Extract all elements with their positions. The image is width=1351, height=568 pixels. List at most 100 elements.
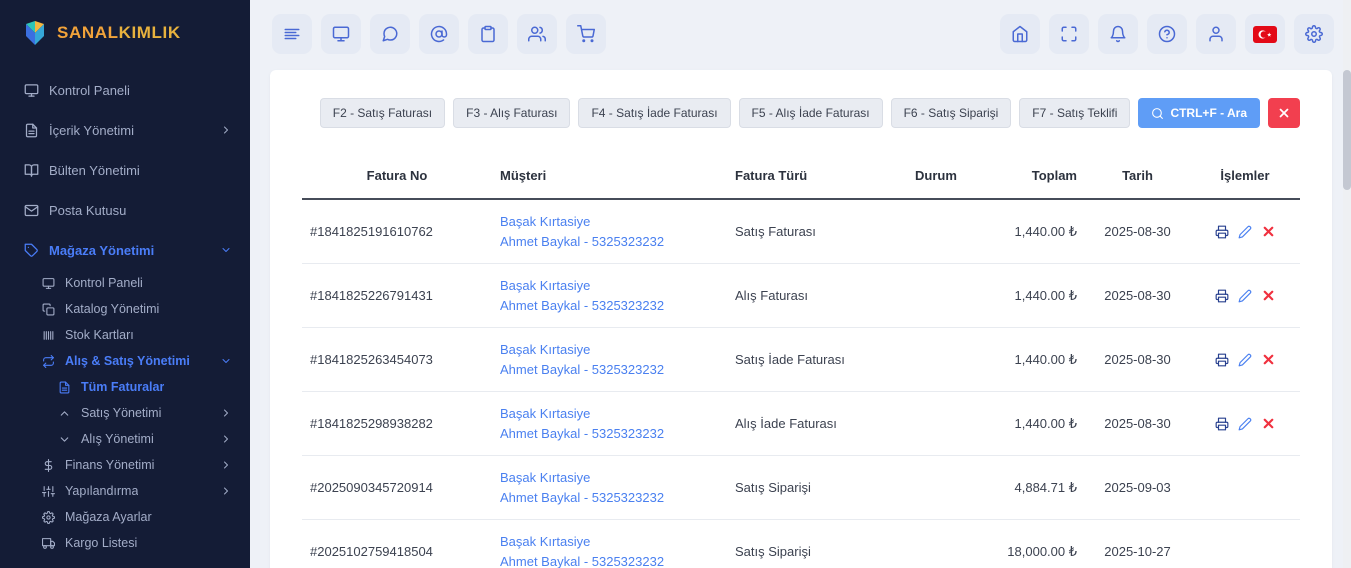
customer-name-link[interactable]: Başak Kırtasiye bbox=[500, 468, 719, 488]
sidebar-item-katalog-yonetimi[interactable]: Katalog Yönetimi bbox=[0, 296, 250, 322]
home-button[interactable] bbox=[1000, 14, 1040, 54]
print-button[interactable] bbox=[1215, 225, 1229, 239]
truck-icon bbox=[42, 537, 55, 550]
customer-name-link[interactable]: Başak Kırtasiye bbox=[500, 276, 719, 296]
print-button[interactable] bbox=[1215, 417, 1229, 431]
edit-button[interactable] bbox=[1238, 417, 1252, 431]
maximize-button[interactable] bbox=[1049, 14, 1089, 54]
chevron-down-icon bbox=[220, 244, 232, 256]
language-flag-button[interactable] bbox=[1245, 14, 1285, 54]
filter-button-f7[interactable]: F7 - Satış Teklifi bbox=[1019, 98, 1130, 128]
topbar-left-icons bbox=[272, 14, 606, 54]
scrollbar-thumb[interactable] bbox=[1343, 70, 1351, 190]
sidebar-item-yapilandirma[interactable]: Yapılandırma bbox=[0, 478, 250, 504]
print-button[interactable] bbox=[1215, 289, 1229, 303]
sidebar-item-satis-yonetimi[interactable]: Satış Yönetimi bbox=[0, 400, 250, 426]
customer-contact-link[interactable]: Ahmet Baykal - 5325323232 bbox=[500, 296, 719, 316]
chevron-right-icon bbox=[220, 407, 232, 419]
monitor-button[interactable] bbox=[321, 14, 361, 54]
column-header-fatura-no: Fatura No bbox=[302, 156, 492, 199]
customer-name-link[interactable]: Başak Kırtasiye bbox=[500, 404, 719, 424]
settings-button[interactable] bbox=[1294, 14, 1334, 54]
sidebar-item-magaza-ayarlar[interactable]: Mağaza Ayarlar bbox=[0, 504, 250, 530]
sidebar-item-alis-satis-yonetimi[interactable]: Alış & Satış Yönetimi bbox=[0, 348, 250, 374]
filter-button-f2[interactable]: F2 - Satış Faturası bbox=[320, 98, 445, 128]
customer-contact-link[interactable]: Ahmet Baykal - 5325323232 bbox=[500, 424, 719, 444]
sidebar-item-stok-kartlari[interactable]: Stok Kartları bbox=[0, 322, 250, 348]
printer-icon bbox=[1215, 225, 1229, 239]
invoice-row[interactable]: #1841825263454073Başak KırtasiyeAhmet Ba… bbox=[302, 328, 1300, 392]
sidebar-item-posta-kutusu[interactable]: Posta Kutusu bbox=[0, 190, 250, 230]
home-icon bbox=[1011, 25, 1029, 43]
help-circle-button[interactable] bbox=[1147, 14, 1187, 54]
logo-text-part1: SANAL bbox=[57, 23, 119, 42]
invoices-card: F2 - Satış Faturası F3 - Alış Faturası F4 … bbox=[270, 70, 1332, 568]
edit-icon bbox=[1238, 417, 1252, 431]
align-left-icon bbox=[283, 25, 301, 43]
invoice-row[interactable]: #2025102759418504Başak KırtasiyeAhmet Ba… bbox=[302, 520, 1300, 568]
chevron-right-icon bbox=[220, 407, 232, 419]
customer-cell: Başak KırtasiyeAhmet Baykal - 5325323232 bbox=[492, 392, 727, 456]
chevron-right-icon bbox=[220, 433, 232, 445]
filter-button-f3[interactable]: F3 - Alış Faturası bbox=[453, 98, 570, 128]
delete-button[interactable] bbox=[1261, 288, 1276, 303]
scrollbar[interactable] bbox=[1343, 0, 1351, 568]
sidebar-item-kontrol-paneli[interactable]: Kontrol Paneli bbox=[0, 270, 250, 296]
edit-icon bbox=[1238, 225, 1252, 239]
repeat-icon bbox=[42, 355, 55, 368]
print-button[interactable] bbox=[1215, 353, 1229, 367]
at-sign-button[interactable] bbox=[419, 14, 459, 54]
sidebar-item-alis-yonetimi[interactable]: Alış Yönetimi bbox=[0, 426, 250, 452]
actions-cell bbox=[1190, 520, 1300, 568]
sidebar-item-finans-yonetimi[interactable]: Finans Yönetimi bbox=[0, 452, 250, 478]
sidebar-item-bulten-yonetimi[interactable]: Bülten Yönetimi bbox=[0, 150, 250, 190]
chevron-right-icon bbox=[220, 459, 232, 471]
customer-name-link[interactable]: Başak Kırtasiye bbox=[500, 340, 719, 360]
users-button[interactable] bbox=[517, 14, 557, 54]
align-left-button[interactable] bbox=[272, 14, 312, 54]
user-button[interactable] bbox=[1196, 14, 1236, 54]
sidebar-item-label: Kargo Listesi bbox=[65, 536, 137, 550]
edit-button[interactable] bbox=[1238, 353, 1252, 367]
chevron-right-icon bbox=[220, 459, 232, 471]
date-cell: 2025-08-30 bbox=[1085, 328, 1190, 392]
file-text-icon bbox=[58, 381, 71, 394]
customer-name-link[interactable]: Başak Kırtasiye bbox=[500, 532, 719, 552]
shopping-cart-button[interactable] bbox=[566, 14, 606, 54]
filter-button-f5[interactable]: F5 - Alış İade Faturası bbox=[739, 98, 883, 128]
customer-contact-link[interactable]: Ahmet Baykal - 5325323232 bbox=[500, 232, 719, 252]
sidebar-item-tum-faturalar[interactable]: Tüm Faturalar bbox=[0, 374, 250, 400]
bell-button[interactable] bbox=[1098, 14, 1138, 54]
filter-button-f6[interactable]: F6 - Satış Siparişi bbox=[891, 98, 1012, 128]
logo[interactable]: SANALKIMLIK bbox=[0, 0, 250, 70]
filter-button-f4[interactable]: F4 - Satış İade Faturası bbox=[578, 98, 730, 128]
close-filter-button[interactable] bbox=[1268, 98, 1300, 128]
delete-button[interactable] bbox=[1261, 224, 1276, 239]
sidebar-item-label: Stok Kartları bbox=[65, 328, 134, 342]
invoice-row[interactable]: #1841825226791431Başak KırtasiyeAhmet Ba… bbox=[302, 264, 1300, 328]
bell-icon bbox=[1109, 25, 1127, 43]
invoice-row[interactable]: #1841825298938282Başak KırtasiyeAhmet Ba… bbox=[302, 392, 1300, 456]
customer-contact-link[interactable]: Ahmet Baykal - 5325323232 bbox=[500, 488, 719, 508]
edit-button[interactable] bbox=[1238, 289, 1252, 303]
table-body: #1841825191610762Başak KırtasiyeAhmet Ba… bbox=[302, 199, 1300, 568]
sidebar-item-kargo-listesi[interactable]: Kargo Listesi bbox=[0, 530, 250, 556]
monitor-icon bbox=[332, 25, 350, 43]
edit-button[interactable] bbox=[1238, 225, 1252, 239]
search-button[interactable]: CTRL+F - Ara bbox=[1138, 98, 1260, 128]
delete-button[interactable] bbox=[1261, 416, 1276, 431]
customer-contact-link[interactable]: Ahmet Baykal - 5325323232 bbox=[500, 552, 719, 568]
sidebar-item-icerik-yonetimi[interactable]: İçerik Yönetimi bbox=[0, 110, 250, 150]
message-circle-button[interactable] bbox=[370, 14, 410, 54]
shopping-cart-icon bbox=[577, 25, 595, 43]
sidebar-item-kontrol-paneli[interactable]: Kontrol Paneli bbox=[0, 70, 250, 110]
invoice-type-cell: Satış Faturası bbox=[727, 199, 892, 264]
invoice-row[interactable]: #2025090345720914Başak KırtasiyeAhmet Ba… bbox=[302, 456, 1300, 520]
clipboard-button[interactable] bbox=[468, 14, 508, 54]
invoice-row[interactable]: #1841825191610762Başak KırtasiyeAhmet Ba… bbox=[302, 199, 1300, 264]
delete-button[interactable] bbox=[1261, 352, 1276, 367]
customer-cell: Başak KırtasiyeAhmet Baykal - 5325323232 bbox=[492, 456, 727, 520]
customer-contact-link[interactable]: Ahmet Baykal - 5325323232 bbox=[500, 360, 719, 380]
customer-name-link[interactable]: Başak Kırtasiye bbox=[500, 212, 719, 232]
sidebar-item-magaza-yonetimi[interactable]: Mağaza Yönetimi bbox=[0, 230, 250, 270]
